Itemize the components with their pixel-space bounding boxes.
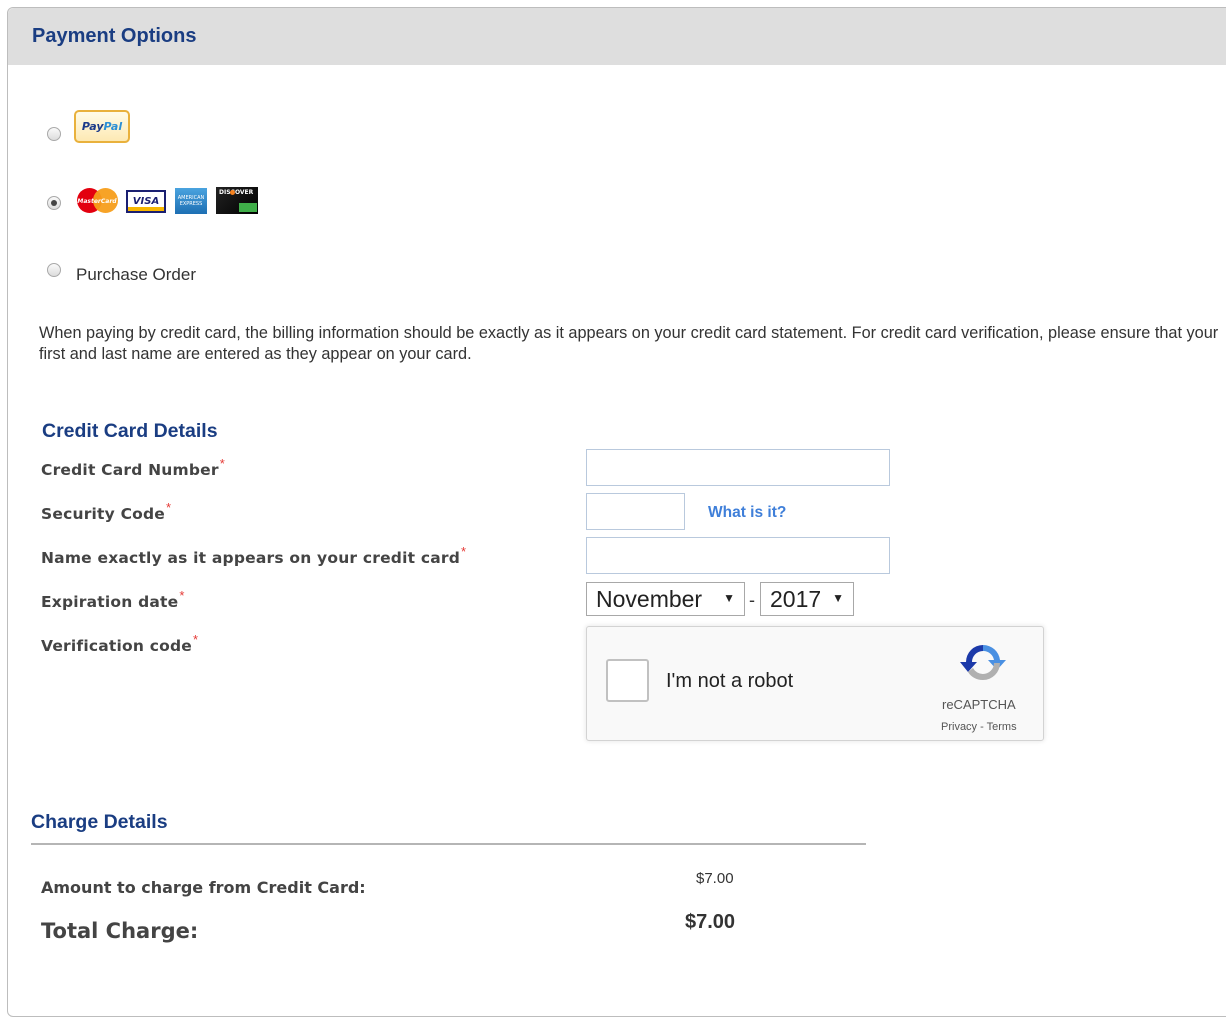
cardholder-name-label: Name exactly as it appears on your credi… [41,544,467,567]
amex-logo-icon[interactable]: AMERICAN EXPRESS [175,188,207,214]
recaptcha-brand: reCAPTCHA [942,697,1016,712]
mastercard-logo-icon[interactable]: MasterCard [75,188,119,214]
recaptcha-checkbox[interactable] [606,659,649,702]
required-marker: * [192,632,199,647]
panel-header: Payment Options [8,8,1226,65]
security-code-input[interactable] [586,493,685,530]
required-marker: * [179,588,185,603]
discover-logo-icon[interactable]: DISCOVER [216,187,258,214]
required-marker: * [219,456,225,471]
verification-code-label: Verification code* [41,632,199,655]
recaptcha-links: Privacy - Terms [941,721,1017,733]
total-charge-value: $7.00 [685,911,736,933]
amount-to-charge-value: $7.00 [696,870,734,887]
expiration-year-select[interactable]: 2017 ▼ [760,582,854,616]
required-marker: * [461,544,467,559]
recaptcha-label: I'm not a robot [666,670,794,692]
paypal-radio[interactable] [47,127,61,141]
charge-divider [31,843,866,845]
purchase-order-radio[interactable] [47,263,61,277]
recaptcha-privacy-link[interactable]: Privacy [941,721,977,733]
charge-details-title: Charge Details [31,811,168,833]
paypal-logo-icon[interactable]: Pay Pal [74,110,130,143]
purchase-order-label[interactable]: Purchase Order [76,265,196,285]
amount-to-charge-label: Amount to charge from Credit Card: [41,878,366,897]
security-code-label: Security Code* [41,500,172,523]
credit-card-number-input[interactable] [586,449,890,486]
expiration-date-label: Expiration date* [41,588,185,611]
required-marker: * [166,500,172,515]
dropdown-arrow-icon: ▼ [832,591,844,605]
dropdown-arrow-icon: ▼ [723,591,735,605]
credit-card-radio[interactable] [47,196,61,210]
cardholder-name-input[interactable] [586,537,890,574]
expiration-month-select[interactable]: November ▼ [586,582,745,616]
billing-info-text: When paying by credit card, the billing … [39,324,1219,363]
visa-logo-icon[interactable]: VISA [126,190,166,213]
what-is-it-link[interactable]: What is it? [708,504,786,522]
credit-card-number-label: Credit Card Number* [41,456,225,479]
recaptcha-logo-icon [960,644,1006,681]
credit-card-details-title: Credit Card Details [42,420,218,442]
recaptcha-terms-link[interactable]: Terms [987,721,1017,733]
total-charge-label: Total Charge: [41,919,199,943]
recaptcha-widget: I'm not a robot reCAPTCHA Privacy - Term… [586,626,1044,741]
panel-title: Payment Options [32,25,197,47]
expiration-separator: - [749,590,755,610]
